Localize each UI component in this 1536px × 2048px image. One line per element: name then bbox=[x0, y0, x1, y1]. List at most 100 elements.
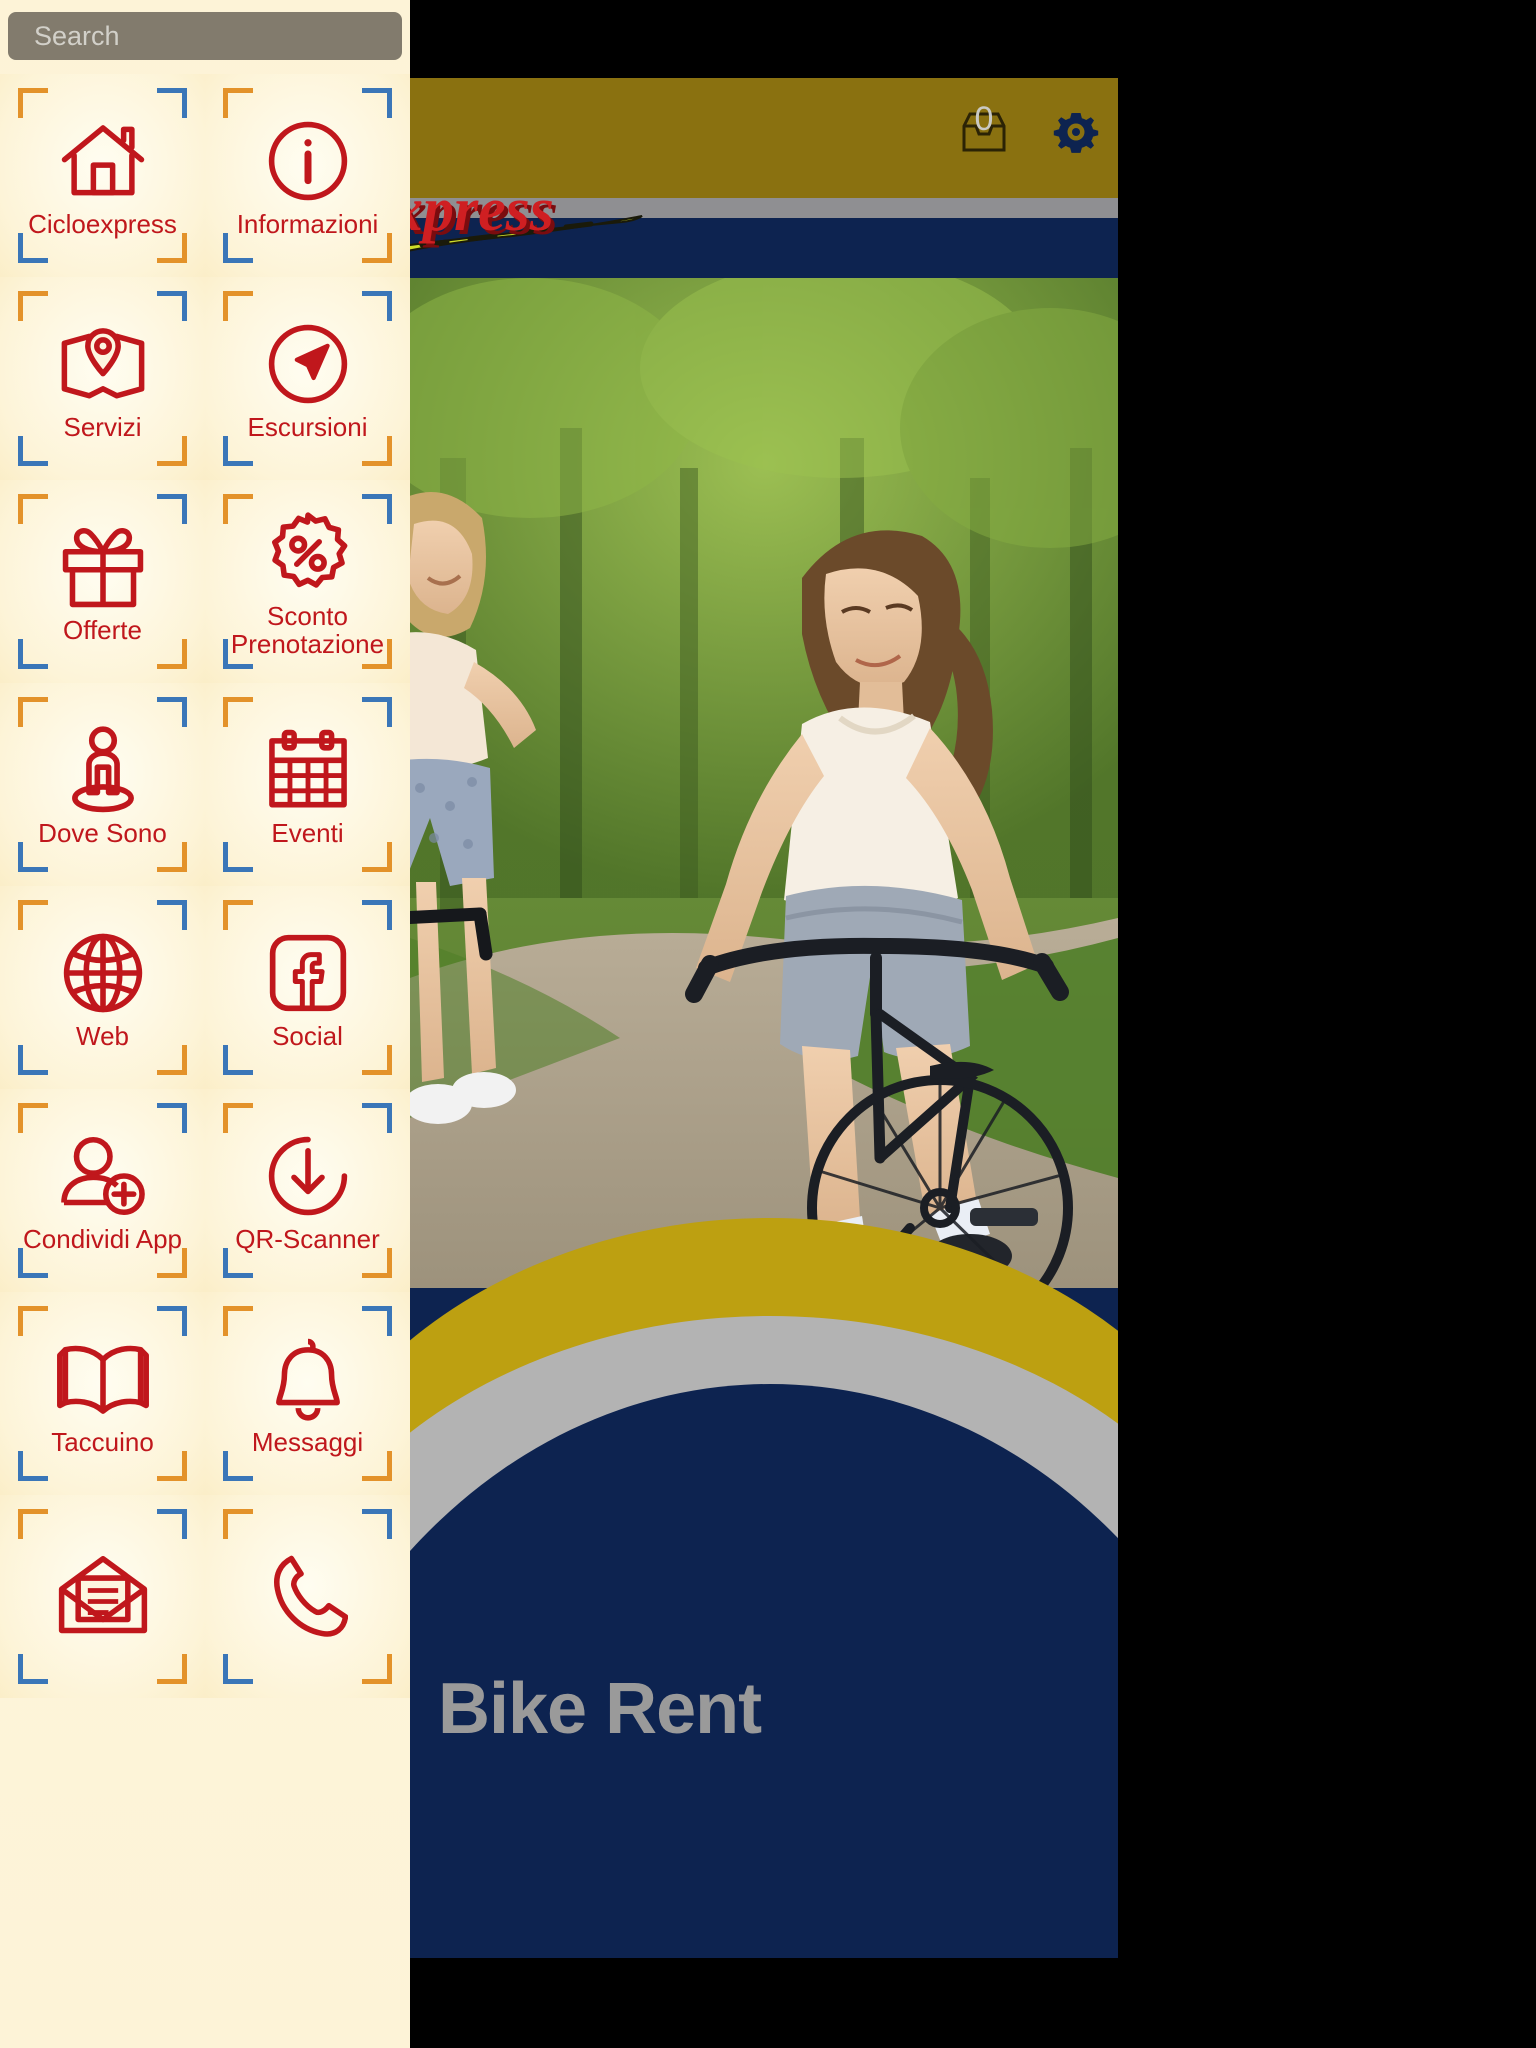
corner-bracket-tl bbox=[223, 1509, 253, 1539]
map-pin-icon bbox=[57, 316, 149, 412]
menu-item-label: Cicloexpress bbox=[28, 208, 177, 239]
corner-bracket-tr bbox=[157, 1306, 187, 1336]
menu-item-phone[interactable] bbox=[205, 1495, 410, 1698]
settings-button[interactable] bbox=[1052, 108, 1100, 156]
corner-bracket-tr bbox=[157, 900, 187, 930]
corner-bracket-br bbox=[157, 233, 187, 263]
corner-bracket-br bbox=[157, 1045, 187, 1075]
menu-item-label: Dove Sono bbox=[38, 817, 167, 848]
corner-bracket-bl bbox=[18, 1451, 48, 1481]
menu-item-dove-sono[interactable]: Dove Sono bbox=[0, 683, 205, 886]
menu-grid: Cicloexpress Informazioni Servizi Escurs… bbox=[0, 74, 410, 1698]
search-input[interactable] bbox=[34, 20, 388, 52]
corner-bracket-tl bbox=[18, 1306, 48, 1336]
cyclists-photo bbox=[410, 278, 1118, 1288]
corner-bracket-br bbox=[157, 842, 187, 872]
corner-bracket-bl bbox=[18, 233, 48, 263]
menu-item-offerte[interactable]: Offerte bbox=[0, 480, 205, 683]
search-row bbox=[0, 0, 410, 72]
facebook-icon bbox=[267, 925, 349, 1021]
percent-badge-icon bbox=[266, 505, 350, 601]
corner-bracket-br bbox=[362, 1451, 392, 1481]
search-box[interactable] bbox=[8, 12, 402, 60]
menu-item-label: Servizi bbox=[63, 411, 142, 442]
menu-item-label: QR-Scanner bbox=[235, 1223, 380, 1254]
corner-bracket-tr bbox=[362, 697, 392, 727]
corner-bracket-tl bbox=[223, 88, 253, 118]
corner-bracket-br bbox=[362, 436, 392, 466]
corner-bracket-tl bbox=[223, 697, 253, 727]
corner-bracket-tr bbox=[157, 291, 187, 321]
menu-item-cicloexpress[interactable]: Cicloexpress bbox=[0, 74, 205, 277]
corner-bracket-bl bbox=[223, 639, 253, 669]
corner-bracket-tl bbox=[223, 291, 253, 321]
corner-bracket-tl bbox=[18, 900, 48, 930]
menu-item-label: Web bbox=[76, 1020, 129, 1051]
phone-icon bbox=[268, 1548, 348, 1644]
mail-icon bbox=[56, 1548, 150, 1644]
corner-bracket-tl bbox=[18, 1509, 48, 1539]
corner-bracket-bl bbox=[223, 1654, 253, 1684]
corner-bracket-bl bbox=[18, 436, 48, 466]
corner-bracket-br bbox=[157, 436, 187, 466]
corner-bracket-tr bbox=[362, 88, 392, 118]
menu-item-label: Escursioni bbox=[247, 411, 368, 442]
corner-bracket-tr bbox=[362, 291, 392, 321]
download-circle-icon bbox=[266, 1128, 350, 1224]
corner-bracket-tr bbox=[362, 1306, 392, 1336]
corner-bracket-br bbox=[157, 1654, 187, 1684]
globe-icon bbox=[61, 925, 145, 1021]
corner-bracket-br bbox=[362, 842, 392, 872]
corner-bracket-br bbox=[362, 233, 392, 263]
info-circle-icon bbox=[266, 113, 350, 209]
menu-item-qr-scanner[interactable]: QR-Scanner bbox=[205, 1089, 410, 1292]
corner-bracket-tr bbox=[362, 1509, 392, 1539]
corner-bracket-bl bbox=[223, 1045, 253, 1075]
hero-photo bbox=[410, 278, 1118, 1288]
menu-item-label: Messaggi bbox=[251, 1426, 364, 1457]
menu-item-messaggi[interactable]: Messaggi bbox=[205, 1292, 410, 1495]
corner-bracket-tl bbox=[223, 1306, 253, 1336]
brand-logo: xpress xpress bbox=[410, 174, 712, 264]
corner-bracket-br bbox=[157, 1451, 187, 1481]
corner-bracket-bl bbox=[223, 233, 253, 263]
menu-item-servizi[interactable]: Servizi bbox=[0, 277, 205, 480]
add-user-icon bbox=[57, 1128, 149, 1224]
app-root: 0 xpress press Bike Rent Search Cicloexp… bbox=[0, 0, 1536, 2048]
menu-item-eventi[interactable]: Eventi bbox=[205, 683, 410, 886]
compass-icon bbox=[266, 316, 350, 412]
inbox-badge: 0 bbox=[974, 100, 994, 138]
menu-item-taccuino[interactable]: Taccuino bbox=[0, 1292, 205, 1495]
corner-bracket-tl bbox=[18, 291, 48, 321]
menu-item-web[interactable]: Web bbox=[0, 886, 205, 1089]
menu-item-label: Offerte bbox=[62, 614, 142, 645]
corner-bracket-tr bbox=[362, 1103, 392, 1133]
inbox-button[interactable]: 0 bbox=[958, 102, 1010, 156]
corner-bracket-tr bbox=[362, 900, 392, 930]
corner-bracket-tl bbox=[18, 88, 48, 118]
menu-item-condividi-app[interactable]: Condividi App bbox=[0, 1089, 205, 1292]
content-pane: 0 xpress press Bike Rent bbox=[410, 78, 1118, 1958]
corner-bracket-tl bbox=[18, 697, 48, 727]
menu-item-label: Eventi bbox=[271, 817, 344, 848]
gift-icon bbox=[57, 519, 149, 615]
corner-bracket-bl bbox=[18, 842, 48, 872]
corner-bracket-tl bbox=[18, 494, 48, 524]
corner-bracket-br bbox=[362, 1654, 392, 1684]
bell-icon bbox=[268, 1331, 348, 1427]
menu-item-sconto-prenotazione[interactable]: Sconto Prenotazione bbox=[205, 480, 410, 683]
bottom-bands bbox=[410, 1198, 1118, 1958]
corner-bracket-tr bbox=[157, 1509, 187, 1539]
corner-bracket-tr bbox=[157, 697, 187, 727]
menu-item-label: Taccuino bbox=[51, 1426, 154, 1457]
menu-item-informazioni[interactable]: Informazioni bbox=[205, 74, 410, 277]
menu-item-escursioni[interactable]: Escursioni bbox=[205, 277, 410, 480]
gear-icon bbox=[1053, 113, 1099, 153]
menu-item-mail[interactable] bbox=[0, 1495, 205, 1698]
corner-bracket-bl bbox=[223, 1451, 253, 1481]
menu-item-social[interactable]: Social bbox=[205, 886, 410, 1089]
corner-bracket-tr bbox=[362, 494, 392, 524]
corner-bracket-tl bbox=[18, 1103, 48, 1133]
person-location-icon bbox=[62, 722, 144, 818]
corner-bracket-tr bbox=[157, 88, 187, 118]
